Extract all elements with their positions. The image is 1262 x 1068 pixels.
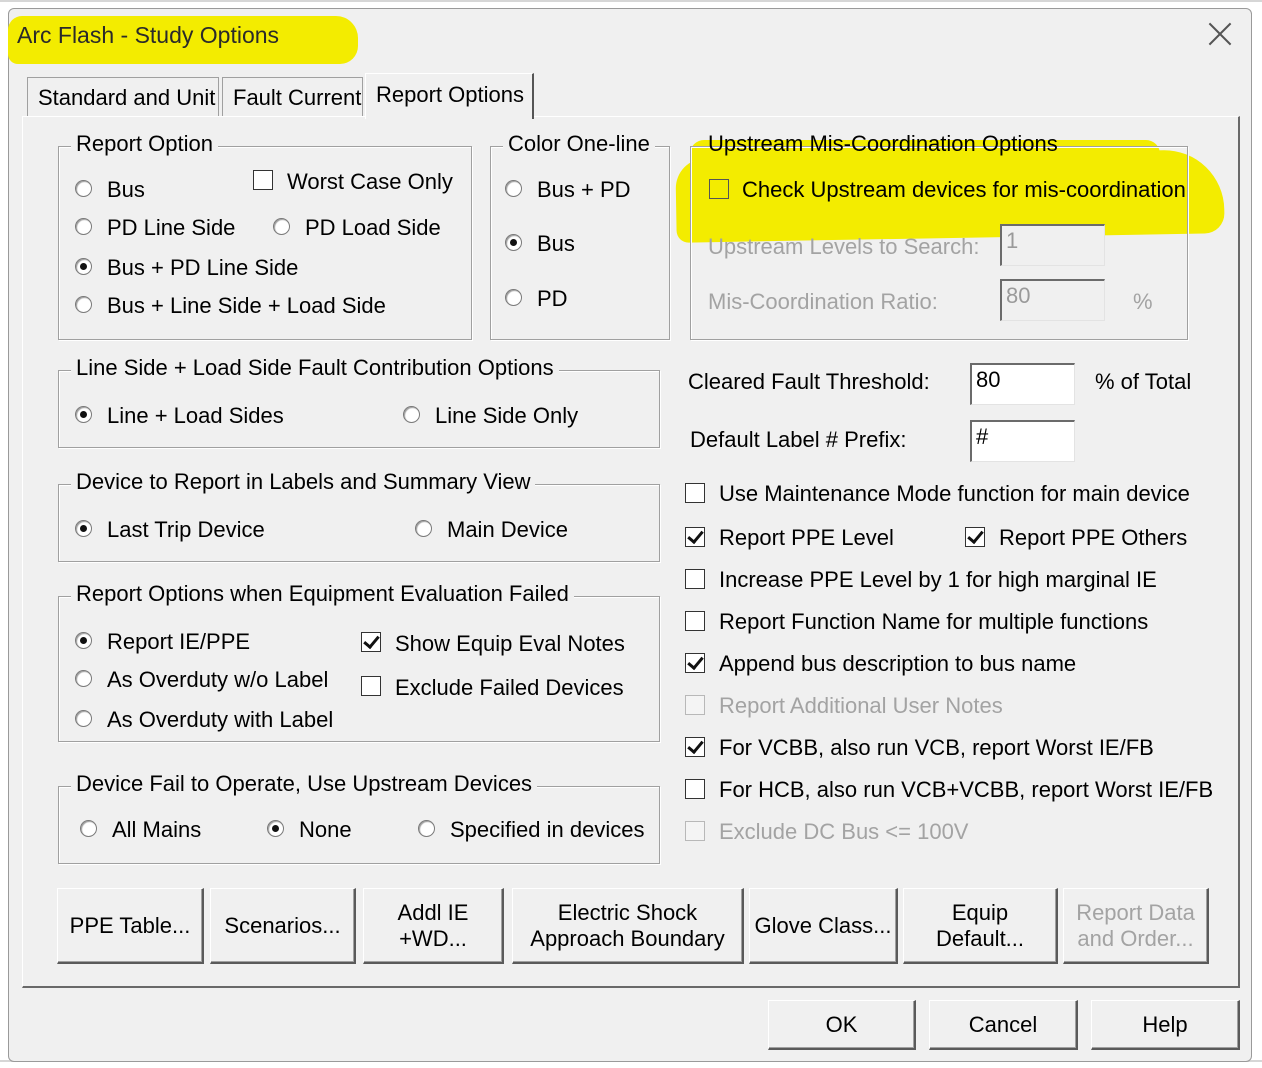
- radio-bus[interactable]: [75, 180, 92, 197]
- mis-coordination-ratio-label: Mis-Coordination Ratio:: [708, 289, 938, 314]
- radio-line-load-sides-label: Line + Load Sides: [107, 403, 284, 428]
- exclude-dc-bus-checkbox[interactable]: [685, 821, 705, 841]
- report-ppe-others-checkbox[interactable]: [965, 527, 985, 547]
- radio-line-side-only[interactable]: [403, 406, 420, 423]
- radio-overduty-label[interactable]: [75, 710, 92, 727]
- report-additional-notes-checkbox[interactable]: [685, 695, 705, 715]
- cleared-fault-unit: % of Total: [1095, 369, 1192, 394]
- report-additional-notes-label: Report Additional User Notes: [719, 693, 1003, 718]
- radio-main-device[interactable]: [415, 520, 432, 537]
- report-ppe-level-label: Report PPE Level: [719, 525, 894, 550]
- radio-pd-load-side-label: PD Load Side: [305, 215, 441, 240]
- background-app-line: [0, 0, 1262, 2]
- radio-specified-in-devices-label: Specified in devices: [450, 817, 645, 842]
- vcbb-checkbox[interactable]: [685, 737, 705, 757]
- radio-pd-load-side[interactable]: [273, 218, 290, 235]
- upstream-levels-label: Upstream Levels to Search:: [708, 234, 980, 259]
- radio-bus-line-load-label: Bus + Line Side + Load Side: [107, 293, 386, 318]
- device-fail-label: Device Fail to Operate, Use Upstream Dev…: [71, 771, 538, 797]
- append-bus-description-checkbox[interactable]: [685, 653, 705, 673]
- ratio-unit: %: [1133, 289, 1153, 314]
- report-option-label: Report Option: [71, 131, 218, 157]
- radio-overduty-no-label[interactable]: [75, 670, 92, 687]
- glove-class-button[interactable]: Glove Class...: [749, 888, 898, 964]
- radio-report-ie-ppe[interactable]: [75, 632, 92, 649]
- radio-color-pd-label: PD: [537, 286, 568, 311]
- radio-bus-line-load[interactable]: [75, 296, 92, 313]
- upstream-label: Upstream Mis-Coordination Options: [708, 131, 1058, 156]
- radio-last-trip-device-label: Last Trip Device: [107, 517, 265, 542]
- radio-all-mains-label: All Mains: [112, 817, 202, 842]
- radio-bus-pd-line-side-label: Bus + PD Line Side: [107, 255, 299, 280]
- worst-case-only-checkbox[interactable]: [253, 170, 273, 190]
- cleared-fault-threshold-field[interactable]: 80: [970, 363, 1075, 405]
- radio-color-pd[interactable]: [505, 289, 522, 306]
- show-equip-eval-notes-label: Show Equip Eval Notes: [395, 631, 625, 656]
- addl-ie-wd-button[interactable]: Addl IE +WD...: [363, 888, 504, 964]
- radio-all-mains[interactable]: [80, 820, 97, 837]
- equip-eval-label: Report Options when Equipment Evaluation…: [71, 581, 574, 607]
- help-button[interactable]: Help: [1091, 1000, 1240, 1050]
- exclude-dc-bus-label: Exclude DC Bus <= 100V: [719, 819, 969, 844]
- radio-none-label: None: [299, 817, 352, 842]
- cleared-fault-threshold-label: Cleared Fault Threshold:: [688, 369, 930, 394]
- window-title: Arc Flash - Study Options: [17, 22, 280, 48]
- ppe-table-button[interactable]: PPE Table...: [57, 888, 204, 964]
- report-ppe-level-checkbox[interactable]: [685, 527, 705, 547]
- radio-main-device-label: Main Device: [447, 517, 569, 542]
- radio-line-side-only-label: Line Side Only: [435, 403, 579, 428]
- report-function-name-label: Report Function Name for multiple functi…: [719, 609, 1149, 634]
- report-function-name-checkbox[interactable]: [685, 611, 705, 631]
- radio-overduty-no-label-label: As Overduty w/o Label: [107, 667, 329, 692]
- hcb-label: For HCB, also run VCB+VCBB, report Worst…: [719, 777, 1214, 802]
- radio-color-bus-pd[interactable]: [505, 180, 522, 197]
- cancel-button[interactable]: Cancel: [929, 1000, 1078, 1050]
- radio-bus-pd-line-side[interactable]: [75, 258, 92, 275]
- radio-pd-line-side-label: PD Line Side: [107, 215, 236, 240]
- default-label-prefix-field[interactable]: #: [970, 420, 1075, 462]
- radio-overduty-label-label: As Overduty with Label: [107, 707, 334, 732]
- append-bus-description-label: Append bus description to bus name: [719, 651, 1077, 676]
- radio-color-bus-pd-label: Bus + PD: [537, 177, 631, 202]
- radio-report-ie-ppe-label: Report IE/PPE: [107, 629, 251, 654]
- vcbb-label: For VCBB, also run VCB, report Worst IE/…: [719, 735, 1154, 760]
- hcb-checkbox[interactable]: [685, 779, 705, 799]
- radio-color-bus[interactable]: [505, 234, 522, 251]
- worst-case-only-label: Worst Case Only: [287, 169, 453, 194]
- maintenance-mode-checkbox[interactable]: [685, 483, 705, 503]
- upstream-levels-field[interactable]: 1: [1000, 224, 1105, 266]
- show-equip-eval-notes-checkbox[interactable]: [361, 632, 381, 652]
- radio-line-load-sides[interactable]: [75, 406, 92, 423]
- electric-shock-button[interactable]: Electric Shock Approach Boundary: [512, 888, 744, 964]
- close-icon[interactable]: [1206, 20, 1234, 48]
- radio-pd-line-side[interactable]: [75, 218, 92, 235]
- ok-button[interactable]: OK: [768, 1000, 916, 1050]
- radio-bus-label: Bus: [107, 177, 145, 202]
- radio-color-bus-label: Bus: [537, 231, 575, 256]
- radio-none[interactable]: [267, 820, 284, 837]
- report-data-order-button[interactable]: Report Data and Order...: [1063, 888, 1209, 964]
- scenarios-button[interactable]: Scenarios...: [210, 888, 356, 964]
- check-upstream-label: Check Upstream devices for mis-coordinat…: [742, 177, 1186, 202]
- device-report-label: Device to Report in Labels and Summary V…: [71, 469, 536, 495]
- increase-ppe-label: Increase PPE Level by 1 for high margina…: [719, 567, 1157, 592]
- tab-standard-and-unit[interactable]: Standard and Unit: [27, 77, 219, 117]
- mis-coordination-ratio-field[interactable]: 80: [1000, 279, 1105, 321]
- color-oneline-label: Color One-line: [503, 131, 655, 157]
- maintenance-mode-label: Use Maintenance Mode function for main d…: [719, 481, 1190, 506]
- check-upstream-checkbox[interactable]: [709, 179, 729, 199]
- line-load-label: Line Side + Load Side Fault Contribution…: [71, 355, 559, 381]
- radio-specified-in-devices[interactable]: [418, 820, 435, 837]
- increase-ppe-checkbox[interactable]: [685, 569, 705, 589]
- tab-report-options[interactable]: Report Options: [365, 73, 534, 119]
- exclude-failed-devices-label: Exclude Failed Devices: [395, 675, 624, 700]
- equip-default-button[interactable]: Equip Default...: [903, 888, 1058, 964]
- tab-fault-current[interactable]: Fault Current: [222, 77, 363, 117]
- radio-last-trip-device[interactable]: [75, 520, 92, 537]
- default-label-prefix-label: Default Label # Prefix:: [690, 427, 907, 452]
- exclude-failed-devices-checkbox[interactable]: [361, 676, 381, 696]
- report-ppe-others-label: Report PPE Others: [999, 525, 1188, 550]
